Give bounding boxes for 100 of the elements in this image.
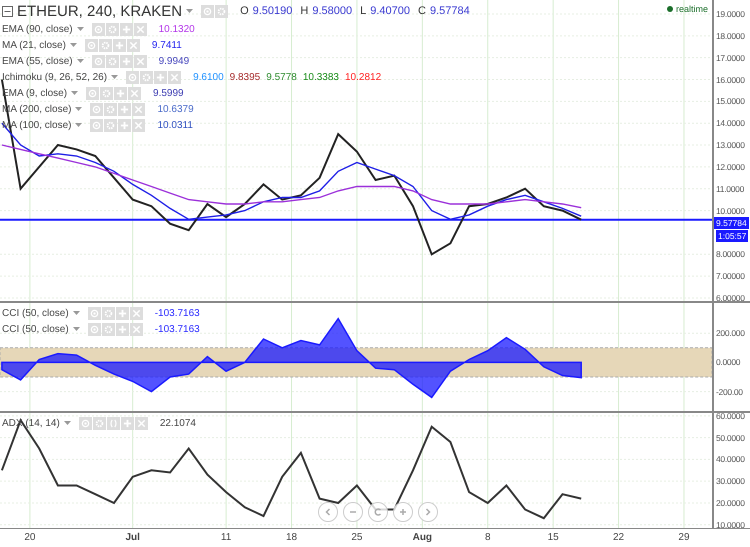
plus-icon[interactable] xyxy=(112,38,126,52)
collapse-icon[interactable] xyxy=(2,6,13,16)
indicator-name[interactable]: EMA (90, close) xyxy=(2,24,73,34)
ohlc-label: C xyxy=(418,5,426,17)
date-label: Jul xyxy=(125,532,140,543)
axis-label: 18.0000 xyxy=(716,30,745,41)
date-label: 20 xyxy=(24,532,36,543)
indicator-value: 9.6100 xyxy=(193,72,224,82)
indicator-value: 22.1074 xyxy=(160,418,196,428)
settings-icon[interactable] xyxy=(104,118,118,132)
axis-label: 60.0000 xyxy=(716,413,745,421)
caret-icon[interactable] xyxy=(186,9,194,13)
indicator-name[interactable]: EMA (55, close) xyxy=(2,56,73,66)
settings-icon[interactable] xyxy=(98,38,112,52)
axis-label: 6.00000 xyxy=(716,292,745,301)
axis-label: 7.00000 xyxy=(716,271,745,282)
axis-label: 40.0000 xyxy=(716,454,745,464)
realtime-label: realtime xyxy=(676,4,708,14)
close-icon[interactable] xyxy=(132,118,146,132)
caret-icon[interactable] xyxy=(72,311,80,315)
eye-icon[interactable] xyxy=(92,22,105,36)
ohlc-label: O xyxy=(240,5,249,17)
axis-label: 8.00000 xyxy=(716,249,745,260)
date-label: 25 xyxy=(351,532,362,543)
settings-icon[interactable] xyxy=(102,322,115,336)
caret-icon[interactable] xyxy=(75,123,82,127)
caret-icon[interactable] xyxy=(75,107,82,111)
eye-icon[interactable] xyxy=(201,4,214,18)
caret-icon[interactable] xyxy=(64,421,71,425)
caret-icon[interactable] xyxy=(76,59,84,63)
axis-label: 12.0000 xyxy=(716,162,745,172)
plus-icon[interactable] xyxy=(116,322,129,336)
plus-icon[interactable] xyxy=(120,22,133,36)
axis-label: 0.0000 xyxy=(716,357,740,368)
eye-icon[interactable] xyxy=(84,38,98,52)
indicator-name[interactable]: MA (21, close) xyxy=(2,40,66,50)
eye-icon[interactable] xyxy=(92,54,105,68)
settings-icon[interactable] xyxy=(92,416,106,430)
settings-icon[interactable] xyxy=(102,306,115,320)
close-icon[interactable] xyxy=(134,22,147,36)
axis-label: 19.0000 xyxy=(716,8,745,19)
axis-label: 11.0000 xyxy=(716,184,744,194)
axis-label: -200.00 xyxy=(716,386,743,397)
close-icon[interactable] xyxy=(134,54,147,68)
plus-icon[interactable] xyxy=(120,54,133,68)
chevron-left-icon[interactable] xyxy=(318,502,338,522)
indicator-value: 10.2812 xyxy=(345,72,382,82)
date-label: 11 xyxy=(220,532,232,543)
close-icon[interactable] xyxy=(126,38,140,52)
caret-icon[interactable] xyxy=(70,43,77,47)
close-icon[interactable] xyxy=(168,70,182,84)
indicator-value: 10.1320 xyxy=(158,24,195,34)
axis-label: 16.0000 xyxy=(716,74,745,84)
zoom-in-icon[interactable] xyxy=(393,502,413,522)
eye-icon[interactable] xyxy=(78,416,92,430)
date-label: 18 xyxy=(286,532,298,543)
axis-label: 13.0000 xyxy=(716,140,745,150)
ohlc-value: 9.50190 xyxy=(252,5,292,17)
caret-icon[interactable] xyxy=(111,75,118,79)
zoom-out-icon[interactable] xyxy=(343,502,363,522)
eye-icon[interactable] xyxy=(90,118,104,132)
parentheses-icon[interactable] xyxy=(106,416,120,430)
settings-icon[interactable] xyxy=(106,22,119,36)
settings-icon[interactable] xyxy=(100,86,114,100)
ohlc-value: 9.40700 xyxy=(370,5,410,17)
plus-icon[interactable] xyxy=(154,70,168,84)
axis-label: 15.0000 xyxy=(716,96,745,106)
eye-icon[interactable] xyxy=(88,306,101,320)
eye-icon[interactable] xyxy=(90,102,104,116)
eye-icon[interactable] xyxy=(88,322,101,336)
caret-icon[interactable] xyxy=(71,91,78,95)
caret-icon[interactable] xyxy=(76,27,84,31)
plus-icon[interactable] xyxy=(118,102,132,116)
settings-icon[interactable] xyxy=(140,70,154,84)
symbol-title: ETHEUR, 240, KRAKEN xyxy=(17,2,182,20)
indicator-name[interactable]: Ichimoku (9, 26, 52, 26) xyxy=(2,72,108,82)
indicator-name[interactable]: CCI (50, close) xyxy=(2,324,69,334)
close-icon[interactable] xyxy=(134,416,148,430)
close-icon[interactable] xyxy=(128,86,142,100)
date-label: 15 xyxy=(548,532,559,543)
caret-icon[interactable] xyxy=(72,327,80,331)
indicator-name[interactable]: CCI (50, close) xyxy=(2,308,69,318)
axis-label: 14.0000 xyxy=(716,118,745,128)
settings-icon[interactable] xyxy=(106,54,119,68)
ohlc-label: L xyxy=(360,5,366,17)
settings-icon[interactable] xyxy=(104,102,118,116)
ohlc-value: 9.58000 xyxy=(312,5,352,17)
close-icon[interactable] xyxy=(132,102,146,116)
plus-icon[interactable] xyxy=(118,118,132,132)
plus-icon[interactable] xyxy=(120,416,134,430)
settings-icon[interactable] xyxy=(215,4,228,18)
close-icon[interactable] xyxy=(130,306,143,320)
date-label: Aug xyxy=(412,532,432,543)
eye-icon[interactable] xyxy=(126,70,140,84)
close-icon[interactable] xyxy=(130,322,143,336)
chevron-right-icon[interactable] xyxy=(418,502,438,522)
plus-icon[interactable] xyxy=(116,306,129,320)
reset-icon[interactable] xyxy=(368,502,388,522)
eye-icon[interactable] xyxy=(86,86,100,100)
plus-icon[interactable] xyxy=(114,86,128,100)
